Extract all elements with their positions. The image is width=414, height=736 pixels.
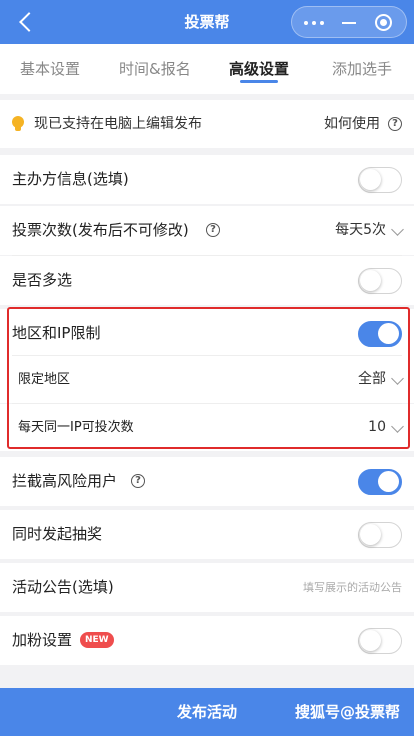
mini-program-capsule xyxy=(291,6,407,38)
tip-text: 现已支持在电脑上编辑发布 xyxy=(34,116,202,132)
minimize-icon[interactable] xyxy=(342,22,356,24)
lottery-toggle[interactable] xyxy=(358,522,402,548)
block-risky-label: 拦截高风险用户 xyxy=(12,472,118,490)
organizer-row: 主办方信息(选填) xyxy=(0,155,414,204)
fans-row: 加粉设置 NEW xyxy=(0,616,414,665)
vote-count-row[interactable]: 投票次数(发布后不可修改) ? 每天5次 xyxy=(0,206,414,255)
more-dots-icon[interactable] xyxy=(304,21,324,25)
fans-label: 加粉设置 xyxy=(12,631,73,649)
organizer-label: 主办方信息(选填) xyxy=(12,170,129,188)
multi-select-label: 是否多选 xyxy=(12,271,73,289)
announcement-input[interactable]: 填写展示的活动公告 xyxy=(303,563,402,612)
help-icon[interactable]: ? xyxy=(206,223,220,237)
tab-advanced-settings[interactable]: 高级设置 xyxy=(229,44,289,94)
help-icon[interactable]: ? xyxy=(131,474,145,488)
watermark: 搜狐号@投票帮 xyxy=(294,703,400,721)
announcement-label: 活动公告(选填) xyxy=(12,578,114,596)
vote-count-label: 投票次数(发布后不可修改) xyxy=(12,221,189,239)
lottery-row: 同时发起抽奖 xyxy=(0,510,414,559)
title-bar: 投票帮 xyxy=(0,0,414,44)
new-badge: NEW xyxy=(80,632,114,648)
lottery-label: 同时发起抽奖 xyxy=(12,525,103,543)
publish-bar: 发布活动 搜狐号@投票帮 xyxy=(0,688,414,736)
vote-count-value: 每天5次 xyxy=(335,222,386,238)
help-icon[interactable]: ? xyxy=(388,117,402,131)
tab-time-signup[interactable]: 时间&报名 xyxy=(119,44,191,94)
chevron-down-icon xyxy=(391,223,404,236)
highlight-box xyxy=(7,307,410,449)
tab-basic-settings[interactable]: 基本设置 xyxy=(20,44,80,94)
tab-add-contestant[interactable]: 添加选手 xyxy=(332,44,392,94)
fans-toggle[interactable] xyxy=(358,628,402,654)
lightbulb-icon xyxy=(12,116,24,132)
active-tab-indicator xyxy=(240,80,278,83)
multi-select-row: 是否多选 xyxy=(0,256,414,305)
close-target-icon[interactable] xyxy=(375,14,392,31)
block-risky-toggle[interactable] xyxy=(358,469,402,495)
announcement-row[interactable]: 活动公告(选填) 填写展示的活动公告 xyxy=(0,563,414,612)
multi-select-toggle[interactable] xyxy=(358,268,402,294)
organizer-toggle[interactable] xyxy=(358,167,402,193)
tip-banner: 现已支持在电脑上编辑发布 如何使用 ? xyxy=(0,100,414,148)
block-risky-row: 拦截高风险用户 ? xyxy=(0,457,414,506)
how-to-use-link[interactable]: 如何使用 xyxy=(324,100,380,148)
tab-bar: 基本设置 时间&报名 高级设置 添加选手 xyxy=(0,44,414,94)
